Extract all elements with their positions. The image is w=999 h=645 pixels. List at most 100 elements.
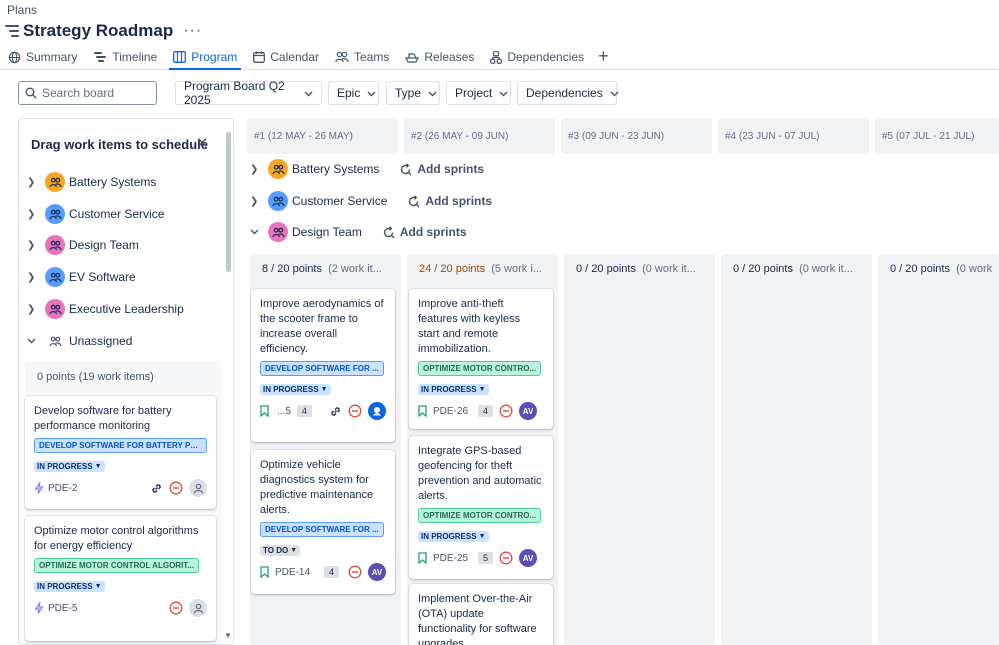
story-points-badge: 4 <box>478 405 494 417</box>
page-title: Strategy Roadmap <box>23 21 174 40</box>
work-item-card[interactable]: Improve anti-theft features with keyless… <box>409 289 553 429</box>
epic-lozenge[interactable]: DEVELOP SOFTWARE FOR ... <box>260 522 384 537</box>
search-input[interactable] <box>42 86 152 100</box>
epic-lozenge[interactable]: OPTIMIZE MOTOR CONTRO... <box>418 361 542 376</box>
link-icon[interactable] <box>150 482 163 495</box>
capacity-value: 20 <box>591 263 604 275</box>
unit-label: points <box>920 263 950 275</box>
panel-team-ev-software[interactable]: ❯ EV Software <box>27 267 136 287</box>
tab-releases[interactable]: Releases <box>397 46 482 68</box>
dependencies-filter[interactable]: Dependencies <box>517 81 619 105</box>
assignee-avatar[interactable]: AV <box>519 402 538 420</box>
work-item-card[interactable]: Optimize motor control algorithms for en… <box>25 516 216 641</box>
chevron-right-icon: ❯ <box>250 195 259 207</box>
team-row-battery-systems[interactable]: ❯ Battery Systems Add sprints <box>250 158 484 180</box>
panel-scrollbar[interactable] <box>226 132 231 272</box>
teams-icon <box>335 51 349 63</box>
user-photo-avatar[interactable] <box>368 402 386 420</box>
chevron-right-icon: ❯ <box>27 208 36 220</box>
card-summary: Optimize motor control algorithms for en… <box>34 525 199 552</box>
epic-lozenge[interactable]: OPTIMIZE MOTOR CONTROL ALGORIT... <box>34 558 199 573</box>
status-dropdown[interactable]: IN PROGRESS ▼ <box>418 531 489 542</box>
add-tab-button[interactable]: + <box>592 46 615 66</box>
add-sprints-button[interactable]: Add sprints <box>407 194 492 208</box>
team-avatar-icon <box>268 159 288 179</box>
tab-dependencies[interactable]: Dependencies <box>482 46 592 68</box>
team-avatar-icon <box>45 172 65 192</box>
panel-team-battery-systems[interactable]: ❯ Battery Systems <box>27 172 156 192</box>
team-avatar-icon <box>45 204 65 224</box>
work-item-card[interactable]: Develop software for battery performance… <box>25 396 216 509</box>
points-label: 0 points <box>37 371 76 383</box>
tab-label: Dependencies <box>507 50 585 64</box>
issue-key[interactable]: ...5 <box>277 406 291 417</box>
tab-label: Teams <box>353 50 390 64</box>
status-dropdown[interactable]: IN PROGRESS ▼ <box>34 581 105 592</box>
work-item-card[interactable]: Integrate GPS-based geofencing for theft… <box>409 436 553 579</box>
add-sprints-button[interactable]: Add sprints <box>382 225 467 239</box>
tab-timeline[interactable]: Timeline <box>85 46 165 68</box>
status-dropdown[interactable]: IN PROGRESS ▼ <box>260 384 331 395</box>
tab-bar: Summary Timeline Program Calendar Teams … <box>0 46 999 70</box>
status-dropdown[interactable]: IN PROGRESS ▼ <box>34 461 105 472</box>
team-name: Battery Systems <box>292 162 380 176</box>
search-box[interactable] <box>18 81 157 105</box>
board-selector[interactable]: Program Board Q2 2025 <box>175 79 322 107</box>
tab-program[interactable]: Program <box>165 46 245 70</box>
panel-team-customer-service[interactable]: ❯ Customer Service <box>27 204 164 224</box>
unassigned-avatar-icon[interactable] <box>189 599 207 617</box>
tab-teams[interactable]: Teams <box>327 46 397 68</box>
issue-key[interactable]: PDE-26 <box>433 406 468 417</box>
breadcrumb[interactable]: Plans <box>7 3 37 17</box>
unit-label: points <box>763 263 793 275</box>
team-row-customer-service[interactable]: ❯ Customer Service Add sprints <box>250 190 492 212</box>
bookmark-icon <box>260 405 269 417</box>
chevron-down-icon: ▼ <box>478 386 486 393</box>
epic-lozenge[interactable]: OPTIMIZE MOTOR CONTRO... <box>418 508 542 523</box>
more-actions-button[interactable]: ··· <box>183 23 202 39</box>
team-name: Battery Systems <box>69 175 157 189</box>
add-sprints-label: Add sprints <box>425 194 493 208</box>
assignee-avatar[interactable]: AV <box>368 563 386 581</box>
issue-key[interactable]: PDE-2 <box>48 483 77 494</box>
unassigned-avatar-icon[interactable] <box>189 479 207 497</box>
assignee-avatar[interactable]: AV <box>519 549 538 567</box>
issue-key[interactable]: PDE-14 <box>275 567 310 578</box>
priority-blocker-icon <box>169 481 183 495</box>
card-footer: PDE-2 <box>34 478 207 498</box>
sprint-header: #1 (12 MAY - 26 MAY) <box>247 118 398 154</box>
panel-team-executive-leadership[interactable]: ❯ Executive Leadership <box>27 299 184 319</box>
chevron-right-icon: ❯ <box>27 239 36 251</box>
epic-filter[interactable]: Epic <box>328 81 379 105</box>
count-label: (0 work <box>956 263 993 275</box>
panel-team-design-team[interactable]: ❯ Design Team <box>27 235 139 255</box>
team-row-design-team[interactable]: Design Team Add sprints <box>250 221 467 243</box>
status-dropdown[interactable]: IN PROGRESS ▼ <box>418 384 489 395</box>
type-filter[interactable]: Type <box>386 81 440 105</box>
tab-calendar[interactable]: Calendar <box>245 46 327 68</box>
add-sprints-button[interactable]: Add sprints <box>399 162 484 176</box>
status-dropdown[interactable]: TO DO ▼ <box>260 545 301 556</box>
chevron-right-icon: ❯ <box>27 303 36 315</box>
teams-icon <box>45 331 65 351</box>
scroll-down-icon[interactable]: ▼ <box>224 631 232 640</box>
team-name: Design Team <box>69 238 139 252</box>
calendar-icon <box>253 51 266 63</box>
work-item-card[interactable]: Optimize vehicle diagnostics system for … <box>251 450 395 594</box>
link-icon[interactable] <box>329 405 342 418</box>
project-filter[interactable]: Project <box>446 81 511 105</box>
tab-summary[interactable]: Summary <box>0 46 85 68</box>
close-icon[interactable]: ✕ <box>196 136 209 151</box>
epic-lozenge[interactable]: DEVELOP SOFTWARE FOR ... <box>260 361 384 376</box>
chevron-down-icon <box>250 227 262 238</box>
unit-label: points <box>292 263 322 275</box>
issue-key[interactable]: PDE-25 <box>433 553 468 564</box>
panel-team-unassigned[interactable]: Unassigned <box>27 331 132 351</box>
work-item-card[interactable]: Improve aerodynamics of the scooter fram… <box>251 289 395 442</box>
issue-key[interactable]: PDE-5 <box>48 603 77 614</box>
work-item-card[interactable]: Implement Over-the-Air (OTA) update func… <box>409 584 553 645</box>
tab-label: Timeline <box>112 50 158 64</box>
status-label: IN PROGRESS <box>421 532 477 541</box>
lightning-icon <box>34 602 44 614</box>
epic-lozenge[interactable]: DEVELOP SOFTWARE FOR BATTERY PE... <box>34 438 207 453</box>
